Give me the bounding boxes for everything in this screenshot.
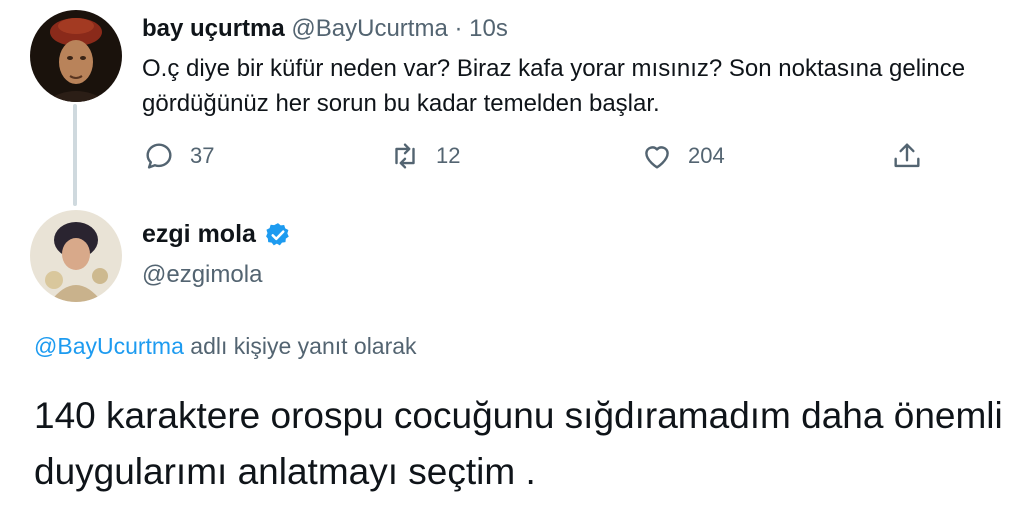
tweet2-name-row: ezgi mola (142, 220, 292, 249)
tweet1-separator: · (454, 15, 463, 42)
retweet-icon (395, 143, 415, 169)
reply-icon (146, 143, 172, 169)
retweet-count: 12 (436, 143, 461, 168)
avatar-ezgi-mola[interactable] (30, 210, 122, 302)
tweet1-author-name[interactable]: bay uçurtma (142, 15, 285, 42)
replying-to-label: adlı kişiye yanıt olarak (190, 333, 417, 359)
heart-icon (645, 146, 669, 169)
retweet-button[interactable]: 12 (388, 139, 460, 173)
like-button[interactable]: 204 (640, 139, 725, 173)
tweet1-header: bay uçurtma @BayUcurtma · 10s (142, 14, 508, 44)
tweet1-text: O.ç diye bir küfür neden var? Biraz kafa… (142, 55, 966, 117)
verified-badge-icon (266, 222, 289, 245)
reply-button[interactable]: 37 (142, 139, 214, 173)
tweet1-timestamp[interactable]: 10s (469, 15, 508, 42)
tweet2-text: 140 karaktere orospu cocuğunu sığdıramad… (34, 395, 1003, 492)
tweet2-author-name[interactable]: ezgi mola (142, 220, 256, 249)
like-count: 204 (688, 143, 725, 168)
share-button[interactable] (890, 139, 924, 178)
replying-to-line: @BayUcurtma adlı kişiye yanıt olarak (34, 333, 417, 360)
profile-photo-image (30, 210, 122, 302)
tweet2-author-handle[interactable]: @ezgimola (142, 261, 262, 289)
replying-to-mention-link[interactable]: @BayUcurtma (34, 333, 184, 359)
tweet1-author-handle[interactable]: @BayUcurtma (291, 15, 447, 42)
reply-count: 37 (190, 143, 215, 168)
portrait-avatar-image (30, 10, 122, 102)
share-icon (894, 143, 920, 168)
tweet1-action-bar: 37 12 204 (0, 139, 1024, 179)
avatar-bay-ucurtma[interactable] (30, 10, 122, 102)
